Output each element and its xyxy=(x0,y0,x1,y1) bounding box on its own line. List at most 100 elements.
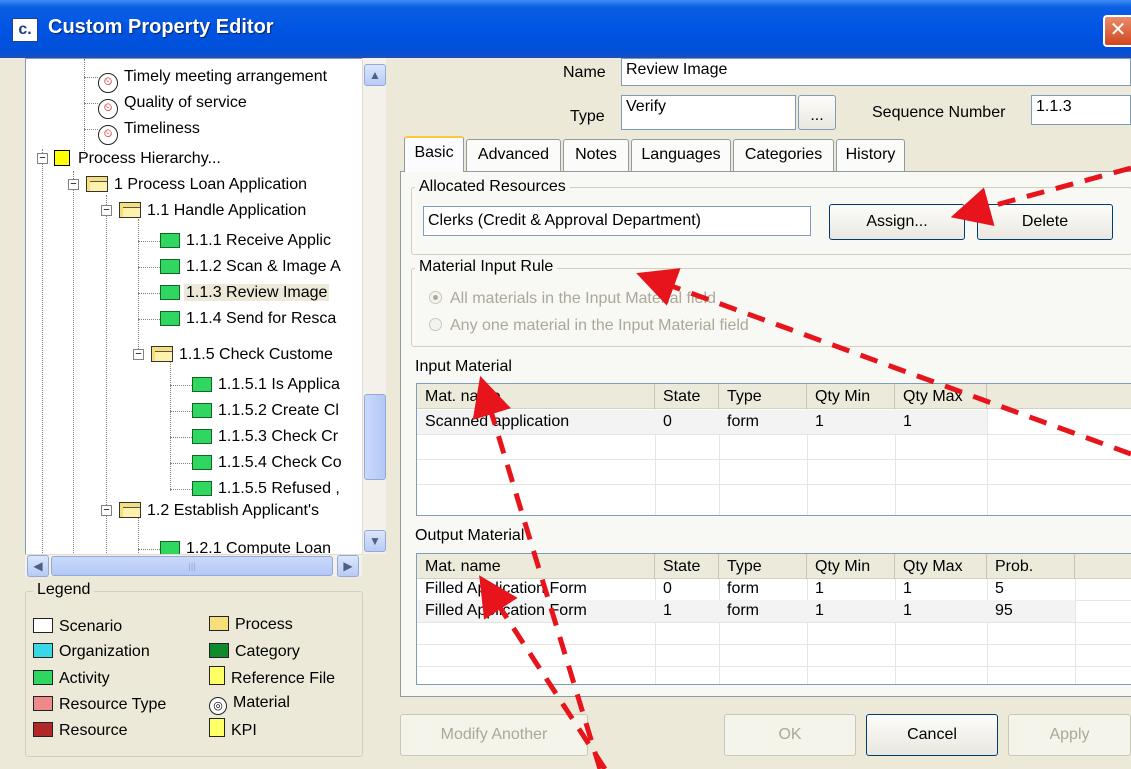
folder-open-icon xyxy=(151,346,173,362)
radio-all-materials[interactable]: All materials in the Input Material fiel… xyxy=(429,290,716,308)
app-icon: c. xyxy=(12,18,38,42)
collapse-toggle[interactable]: − xyxy=(37,153,48,164)
tab-advanced[interactable]: Advanced xyxy=(466,139,561,171)
tree-item-activity-selected[interactable]: 1.1.3 Review Image xyxy=(160,281,330,305)
grid-line xyxy=(417,459,1131,460)
cell-qty-min[interactable]: 1 xyxy=(807,600,824,622)
column-header-state[interactable]: State xyxy=(655,554,719,579)
tab-notes[interactable]: Notes xyxy=(563,139,629,171)
type-browse-button[interactable]: ... xyxy=(798,95,836,130)
column-header-type[interactable]: Type xyxy=(719,384,807,409)
column-header-mat-name[interactable]: Mat. name xyxy=(417,554,655,579)
scroll-thumb[interactable] xyxy=(364,394,386,480)
scroll-right-icon[interactable]: ▶ xyxy=(337,555,359,577)
tree-connector xyxy=(73,171,74,575)
delete-button[interactable]: Delete xyxy=(977,204,1113,240)
tree-item-activity[interactable]: 1.1.5.3 Check Cr xyxy=(192,425,340,449)
tree-connector xyxy=(84,59,85,155)
apply-button[interactable]: Apply xyxy=(1008,714,1131,756)
input-material-grid[interactable]: Mat. name State Type Qty Min Qty Max Sca… xyxy=(416,383,1131,516)
cell-state[interactable]: 0 xyxy=(655,578,672,600)
name-field[interactable]: Review Image xyxy=(621,58,1131,86)
column-header-qty-min[interactable]: Qty Min xyxy=(807,384,895,409)
tree-horizontal-scrollbar[interactable]: ◀ ||| ▶ xyxy=(25,554,363,577)
tab-basic[interactable]: Basic xyxy=(404,136,464,172)
close-icon[interactable]: ✕ xyxy=(1103,15,1131,47)
category-icon xyxy=(209,643,229,658)
activity-icon xyxy=(192,403,212,418)
cancel-button[interactable]: Cancel xyxy=(866,714,998,756)
scroll-left-icon[interactable]: ◀ xyxy=(27,555,49,577)
tree-item-activity[interactable]: 1.1.5.4 Check Co xyxy=(192,451,344,475)
cell-qty-max[interactable]: 1 xyxy=(895,600,912,622)
cell-type[interactable]: form xyxy=(719,410,759,434)
tab-languages[interactable]: Languages xyxy=(631,139,731,171)
tree-item-folder[interactable]: 1.1 Handle Application xyxy=(119,199,308,223)
tree-vertical-scrollbar[interactable]: ▲ ▼ xyxy=(362,58,386,554)
collapse-toggle[interactable]: − xyxy=(133,349,144,360)
legend-item-process: Process xyxy=(209,614,293,636)
tree-connector xyxy=(138,549,160,550)
tree-item-folder[interactable]: 1.1.5 Check Custome xyxy=(151,343,335,367)
tree-item-folder[interactable]: 1 Process Loan Application xyxy=(86,173,309,197)
column-header-type[interactable]: Type xyxy=(719,554,807,579)
scroll-down-icon[interactable]: ▼ xyxy=(364,530,386,552)
tree-item-activity[interactable]: 1.1.5.5 Refused , xyxy=(192,477,342,501)
column-header-qty-max[interactable]: Qty Max xyxy=(895,554,987,579)
grid-line xyxy=(987,409,988,515)
cell-mat-name[interactable]: Filled Application Form xyxy=(417,578,587,600)
assign-button[interactable]: Assign... xyxy=(829,204,965,240)
ok-button[interactable]: OK xyxy=(724,714,856,756)
scroll-up-icon[interactable]: ▲ xyxy=(364,64,386,86)
folder-open-icon xyxy=(119,502,141,518)
collapse-toggle[interactable]: − xyxy=(101,205,112,216)
sequence-number-field[interactable]: 1.1.3 xyxy=(1031,95,1131,125)
collapse-toggle[interactable]: − xyxy=(68,179,79,190)
resource-type-icon xyxy=(33,696,53,711)
cell-qty-max[interactable]: 1 xyxy=(895,410,912,434)
tree-item-activity[interactable]: 1.1.2 Scan & Image A xyxy=(160,255,343,279)
kpi-icon: ⏲ xyxy=(98,99,118,119)
cell-mat-name[interactable]: Filled Application Form xyxy=(417,600,587,622)
allocated-resources-field[interactable]: Clerks (Credit & Approval Department) xyxy=(423,206,811,236)
column-header-mat-name[interactable]: Mat. name xyxy=(417,384,655,409)
tree-item-kpi[interactable]: ⏲ Timeliness xyxy=(98,117,202,145)
cell-mat-name[interactable]: Scanned application xyxy=(417,410,569,434)
output-material-grid[interactable]: Mat. name State Type Qty Min Qty Max Pro… xyxy=(416,553,1131,685)
tree-item-folder[interactable]: 1.2 Establish Applicant's xyxy=(119,499,321,523)
cell-qty-min[interactable]: 1 xyxy=(807,410,824,434)
tab-history[interactable]: History xyxy=(836,139,905,171)
allocated-resources-title: Allocated Resources xyxy=(415,178,570,196)
column-header-qty-max[interactable]: Qty Max xyxy=(895,384,987,409)
radio-any-one-material[interactable]: Any one material in the Input Material f… xyxy=(429,317,749,335)
tab-categories[interactable]: Categories xyxy=(733,139,834,171)
tree-item-process-hierarchy[interactable]: Process Hierarchy... xyxy=(54,147,223,171)
cell-prob[interactable]: 5 xyxy=(987,578,1004,600)
tree-view[interactable]: − − − − − ⏲ Timely meeting arrangement ⏲ Q… xyxy=(25,58,363,576)
column-header-state[interactable]: State xyxy=(655,384,719,409)
scroll-thumb[interactable]: ||| xyxy=(51,556,333,576)
cell-qty-min[interactable]: 1 xyxy=(807,578,824,600)
tree-item-activity[interactable]: 1.1.5.1 Is Applica xyxy=(192,373,342,397)
activity-icon xyxy=(160,259,180,274)
collapse-toggle[interactable]: − xyxy=(101,505,112,516)
tree-connector xyxy=(84,129,98,130)
column-header-qty-min[interactable]: Qty Min xyxy=(807,554,895,579)
tree-item-kpi[interactable]: ⏲ Quality of service xyxy=(98,91,249,119)
tree-item-activity[interactable]: 1.1.4 Send for Resca xyxy=(160,307,338,331)
activity-icon xyxy=(192,377,212,392)
cell-qty-max[interactable]: 1 xyxy=(895,578,912,600)
grid-line xyxy=(417,434,1131,435)
tree-item-kpi[interactable]: ⏲ Timely meeting arrangement xyxy=(98,65,329,93)
tree-item-activity[interactable]: 1.1.5.2 Create Cl xyxy=(192,399,341,423)
type-field[interactable]: Verify xyxy=(621,95,796,130)
tree-item-activity[interactable]: 1.1.1 Receive Applic xyxy=(160,229,333,253)
cell-type[interactable]: form xyxy=(719,578,759,600)
column-header-prob[interactable]: Prob. xyxy=(987,554,1075,579)
legend-item-material: ◎ Material xyxy=(209,692,290,715)
cell-state[interactable]: 1 xyxy=(655,600,672,622)
cell-type[interactable]: form xyxy=(719,600,759,622)
cell-state[interactable]: 0 xyxy=(655,410,672,434)
cell-prob[interactable]: 95 xyxy=(987,600,1013,622)
modify-another-button[interactable]: Modify Another xyxy=(400,714,588,756)
